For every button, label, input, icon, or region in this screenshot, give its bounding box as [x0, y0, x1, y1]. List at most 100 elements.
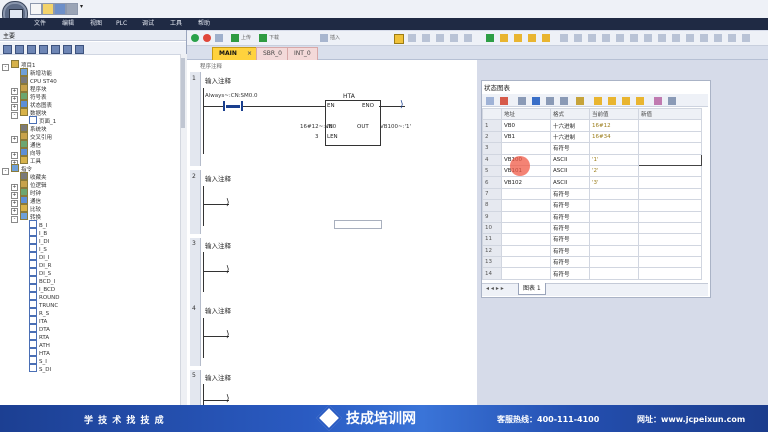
- delete-icon[interactable]: [500, 97, 508, 105]
- collapse-icon[interactable]: -: [2, 168, 9, 175]
- sheet-nav-icons[interactable]: ◂ ◂ ▸ ▸: [486, 285, 504, 292]
- network-title[interactable]: 输入注释: [205, 173, 231, 183]
- menu-help[interactable]: 帮助: [198, 19, 210, 29]
- tree-item[interactable]: DI_I: [2, 252, 178, 261]
- address-cell[interactable]: [501, 256, 551, 269]
- format-cell[interactable]: 十六进制: [550, 119, 590, 132]
- format-cell[interactable]: 有符号: [550, 187, 590, 201]
- current-value-cell[interactable]: 16#12: [589, 119, 639, 132]
- address-cell[interactable]: [501, 187, 551, 201]
- collapse-icon[interactable]: -: [2, 64, 9, 71]
- tree-item[interactable]: + 位逻辑: [2, 180, 178, 191]
- menu-tools[interactable]: 工具: [170, 19, 182, 29]
- new-value-cell[interactable]: [638, 256, 702, 269]
- chart-status-icon[interactable]: [532, 97, 540, 105]
- new-value-cell[interactable]: [638, 210, 702, 223]
- tree-item[interactable]: + 程序块: [2, 84, 178, 95]
- format-cell[interactable]: 有符号: [550, 267, 590, 280]
- pencil-icon[interactable]: [576, 97, 584, 105]
- address-cell[interactable]: [501, 267, 551, 280]
- lock-icon[interactable]: [608, 97, 616, 105]
- table-row[interactable]: 11 有符号: [482, 233, 702, 246]
- new-value-cell[interactable]: [638, 153, 702, 166]
- toolbar-icon[interactable]: [644, 34, 652, 42]
- tree-item[interactable]: B_I: [2, 220, 178, 229]
- new-icon[interactable]: [30, 3, 42, 15]
- tree-item[interactable]: + 工具: [2, 156, 178, 167]
- stop-icon[interactable]: [203, 34, 211, 42]
- toolbar-icon[interactable]: [654, 97, 662, 105]
- view-icon[interactable]: [15, 45, 24, 54]
- new-value-cell[interactable]: [638, 142, 702, 155]
- new-value-cell[interactable]: [638, 221, 702, 235]
- table-row[interactable]: 10 有符号: [482, 221, 702, 235]
- format-cell[interactable]: 有符号: [550, 256, 590, 269]
- tree-item[interactable]: + 比较: [2, 204, 178, 215]
- table-row[interactable]: 6 VB102 ASCII '3': [482, 176, 702, 189]
- current-value-cell[interactable]: 16#34: [589, 130, 639, 144]
- toolbar-icon[interactable]: [686, 34, 694, 42]
- menu-edit[interactable]: 编辑: [62, 19, 74, 29]
- run-icon[interactable]: [191, 34, 199, 42]
- toolbar-icon[interactable]: [560, 97, 568, 105]
- tree-item[interactable]: I_DI: [2, 236, 178, 245]
- current-value-cell[interactable]: [589, 142, 639, 155]
- toolbar-icon[interactable]: [658, 34, 666, 42]
- tree-item[interactable]: R_S: [2, 308, 178, 317]
- tree-item[interactable]: + 时钟: [2, 188, 178, 199]
- toolbar-icon[interactable]: [518, 97, 526, 105]
- table-row[interactable]: 7 有符号: [482, 187, 702, 201]
- toolbar-icon[interactable]: [630, 34, 638, 42]
- table-row[interactable]: 2 VB1 十六进制 16#34: [482, 130, 702, 144]
- current-value-cell[interactable]: [589, 233, 639, 246]
- lock-icon[interactable]: [636, 97, 644, 105]
- address-cell[interactable]: [501, 233, 551, 246]
- view-icon[interactable]: [63, 45, 72, 54]
- menu-debug[interactable]: 调试: [142, 19, 154, 29]
- table-row[interactable]: 14 有符号: [482, 267, 702, 280]
- menu-file[interactable]: 文件: [34, 19, 46, 29]
- format-cell[interactable]: 有符号: [550, 210, 590, 223]
- quick-access-dropdown-icon[interactable]: ▾: [80, 3, 83, 10]
- insert-label[interactable]: 插入: [330, 34, 340, 42]
- insert-icon[interactable]: [320, 34, 328, 42]
- tree-item[interactable]: S_DI: [2, 364, 178, 373]
- network-title[interactable]: 输入注释: [205, 240, 231, 250]
- column-header-new-value[interactable]: 新值: [638, 107, 702, 121]
- tab-int0[interactable]: INT_0: [287, 47, 318, 60]
- new-value-cell[interactable]: [638, 199, 702, 212]
- toolbar-icon[interactable]: [714, 34, 722, 42]
- network-title[interactable]: 输入注释: [205, 305, 231, 315]
- compile-icon[interactable]: [215, 34, 223, 42]
- new-value-cell[interactable]: [638, 244, 702, 258]
- tab-sbr0[interactable]: SBR_0: [256, 47, 289, 60]
- format-cell[interactable]: ASCII: [550, 176, 590, 189]
- view-icon[interactable]: [39, 45, 48, 54]
- tree-item[interactable]: + 通信: [2, 196, 178, 207]
- current-value-cell[interactable]: [589, 267, 639, 280]
- tab-main[interactable]: MAIN ×: [212, 47, 259, 60]
- print-icon[interactable]: [66, 3, 78, 15]
- format-cell[interactable]: ASCII: [550, 153, 590, 166]
- address-cell[interactable]: VB1: [501, 130, 551, 144]
- tree-item[interactable]: DI_S: [2, 268, 178, 277]
- view-icon[interactable]: [75, 45, 84, 54]
- tree-item[interactable]: + 向导: [2, 148, 178, 159]
- column-header-current-value[interactable]: 当前值: [589, 107, 639, 121]
- table-row[interactable]: 9 有符号: [482, 210, 702, 223]
- format-cell[interactable]: 有符号: [550, 221, 590, 235]
- lock-icon[interactable]: [542, 34, 550, 42]
- tree-item[interactable]: ATH: [2, 340, 178, 349]
- tree-item[interactable]: 通信: [2, 140, 178, 149]
- new-value-cell[interactable]: [638, 233, 702, 246]
- toolbar-icon[interactable]: [436, 34, 444, 42]
- open-icon[interactable]: [42, 3, 54, 15]
- address-cell[interactable]: [501, 210, 551, 223]
- column-header-address[interactable]: 地址: [501, 107, 551, 121]
- format-cell[interactable]: ASCII: [550, 164, 590, 178]
- table-row[interactable]: 12 有符号: [482, 244, 702, 258]
- tree-item[interactable]: - 项目1: [2, 60, 178, 71]
- toolbar-icon[interactable]: [408, 34, 416, 42]
- current-value-cell[interactable]: [589, 187, 639, 201]
- operand-in[interactable]: 16#12~:VB0: [300, 124, 336, 130]
